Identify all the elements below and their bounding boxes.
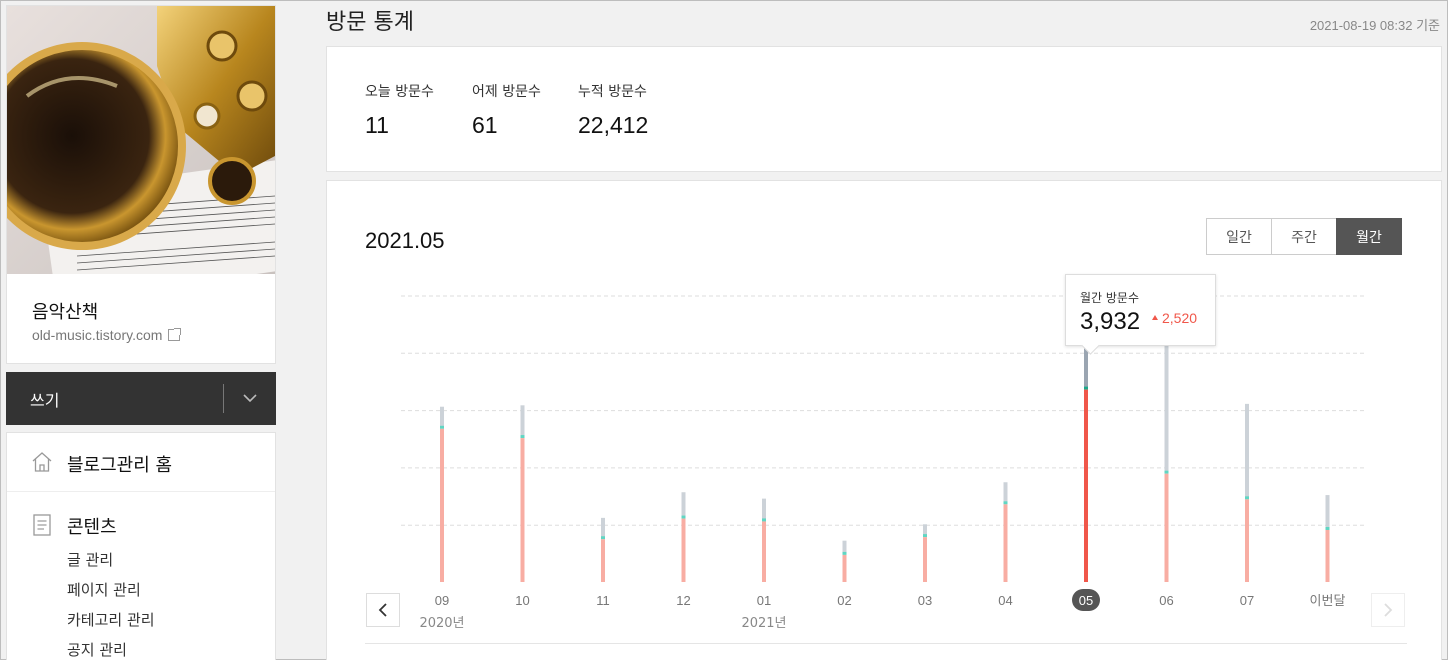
year-label: 2020년 <box>419 616 464 631</box>
bar-lower <box>1164 473 1169 582</box>
bar-divider <box>601 536 605 540</box>
x-tick-label: 이번달 <box>1310 593 1346 608</box>
bar-divider <box>520 435 525 439</box>
menu-label-content[interactable]: 콘텐츠 <box>67 513 117 539</box>
x-tick-label: 03 <box>918 593 932 608</box>
bar-upper <box>1164 338 1169 472</box>
x-tick-label: 02 <box>837 593 851 608</box>
bar-lower <box>1325 529 1330 582</box>
bar-divider <box>1245 496 1249 500</box>
external-link-icon[interactable] <box>168 328 182 341</box>
blog-name[interactable]: 음악산책 <box>32 298 98 324</box>
chevron-down-icon <box>243 394 257 403</box>
x-tick-label: 09 <box>435 593 449 608</box>
bar-divider <box>1325 526 1330 530</box>
bar-upper <box>842 540 847 553</box>
bar-divider <box>762 518 766 522</box>
stat-label: 오늘 방문수 <box>365 84 434 100</box>
menu-item-post-manage[interactable]: 글 관리 <box>67 549 113 570</box>
bar-upper <box>520 405 525 437</box>
visit-summary-card: 오늘 방문수 11 어제 방문수 61 누적 방문수 22,412 <box>326 46 1442 172</box>
bar-lower <box>520 438 525 582</box>
bar-divider <box>681 515 686 519</box>
stat-total: 누적 방문수 22,412 <box>578 81 648 139</box>
x-tick-label: 05 <box>1079 593 1093 608</box>
bar-upper <box>923 524 927 536</box>
stat-value: 22,412 <box>578 112 649 138</box>
tooltip-label: 월간 방문수 <box>1080 291 1140 305</box>
write-button[interactable]: 쓰기 <box>30 387 59 411</box>
bar-upper <box>1003 482 1008 503</box>
chart-tooltip: 월간 방문수 3,932 2,520 <box>1065 274 1216 346</box>
bar-lower <box>1084 389 1088 582</box>
bar-lower <box>440 428 444 582</box>
stat-value: 61 <box>472 112 498 138</box>
x-tick-label: 10 <box>515 593 529 608</box>
chart-next-button[interactable] <box>1371 593 1405 627</box>
x-tick-label: 12 <box>676 593 690 608</box>
tooltip-delta: 2,520 <box>1152 310 1197 326</box>
tooltip-value: 3,932 <box>1080 308 1141 335</box>
stat-today: 오늘 방문수 11 <box>365 81 434 139</box>
menu-item-notice-manage[interactable]: 공지 관리 <box>67 639 127 660</box>
visit-chart-card: 2021.05 일간 주간 월간 09 10 11 12 01 02 03 04 05 06 07 이… <box>326 180 1442 660</box>
bar-lower <box>601 539 605 582</box>
x-tick-label: 07 <box>1240 593 1254 608</box>
x-tick-label: 06 <box>1159 593 1173 608</box>
bar-lower <box>923 537 927 582</box>
chevron-right-icon <box>1384 603 1393 617</box>
blog-cover-image <box>7 6 275 274</box>
bar-divider <box>923 534 927 538</box>
x-tick-label: 01 <box>757 593 771 608</box>
blog-profile-card: 음악산책 old-music.tistory.com <box>6 5 276 364</box>
home-icon <box>32 452 52 472</box>
blog-url-text[interactable]: old-music.tistory.com <box>32 327 162 343</box>
x-tick-label: 11 <box>596 593 610 608</box>
stat-yesterday: 어제 방문수 61 <box>472 81 541 139</box>
bar-lower <box>842 554 847 582</box>
bar-upper <box>681 492 686 517</box>
chart-bottom-divider <box>365 643 1407 644</box>
page-title: 방문 통계 <box>326 10 414 35</box>
bar-lower <box>1003 504 1008 582</box>
chart-prev-button[interactable] <box>366 593 400 627</box>
stat-label: 누적 방문수 <box>578 84 647 100</box>
bar-upper <box>601 517 605 538</box>
admin-menu: 블로그관리 홈 콘텐츠 글 관리 페이지 관리 카테고리 관리 공지 관리 <box>6 432 276 660</box>
bar-lower <box>1245 499 1249 582</box>
bar-divider <box>440 425 444 429</box>
bar-upper <box>1325 495 1330 528</box>
bar-upper <box>1245 403 1249 498</box>
bar-divider <box>1164 470 1169 474</box>
menu-item-blog-home[interactable]: 블로그관리 홈 <box>7 433 275 492</box>
stat-label: 어제 방문수 <box>472 84 541 100</box>
updated-timestamp: 2021-08-19 08:32 기준 <box>1309 18 1440 33</box>
menu-item-category-manage[interactable]: 카테고리 관리 <box>67 609 155 630</box>
menu-item-page-manage[interactable]: 페이지 관리 <box>67 579 141 600</box>
bar-divider <box>842 551 847 555</box>
x-tick-label: 04 <box>998 593 1012 608</box>
blog-url-link[interactable]: old-music.tistory.com <box>32 327 182 343</box>
write-button-bar[interactable]: 쓰기 <box>6 372 276 425</box>
write-options-dropdown[interactable] <box>224 372 276 425</box>
bar-upper <box>440 406 444 427</box>
stat-value: 11 <box>365 112 389 138</box>
chevron-left-icon <box>378 603 387 617</box>
document-icon <box>33 514 51 536</box>
bar-lower <box>681 518 686 582</box>
monthly-visits-chart: 09 10 11 12 01 02 03 04 05 06 07 이번달 2020년 2021년 <box>401 295 1367 631</box>
bar-divider <box>1084 386 1088 390</box>
year-label: 2021년 <box>741 616 786 631</box>
bar-divider <box>1003 501 1008 505</box>
bar-lower <box>762 521 766 582</box>
bar-upper <box>762 498 766 520</box>
menu-label-home[interactable]: 블로그관리 홈 <box>67 451 172 477</box>
